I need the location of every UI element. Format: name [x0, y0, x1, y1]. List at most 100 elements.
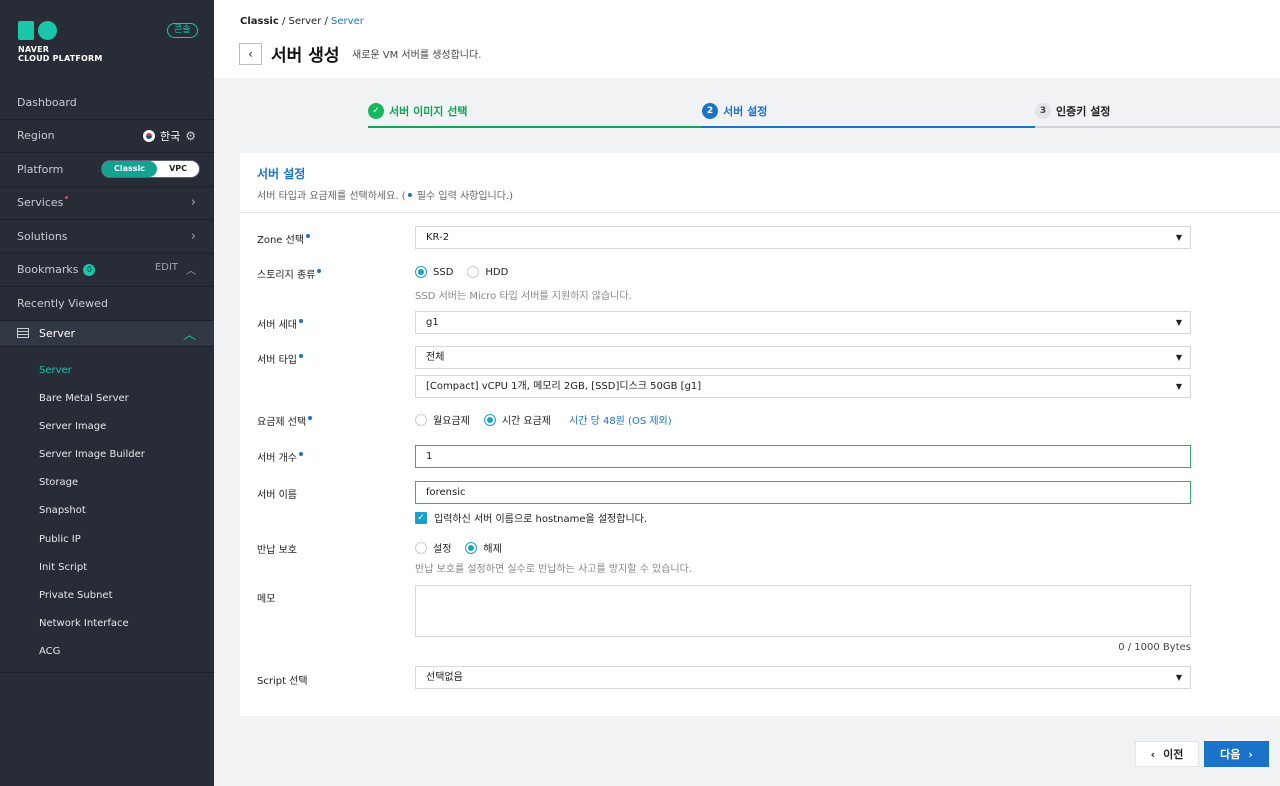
brand-logo-area: NAVER CLOUD PLATFORM 콘솔: [0, 0, 214, 86]
sidebar-item-services[interactable]: Services ›: [0, 187, 214, 220]
sidebar-item-snapshot[interactable]: Snapshot: [0, 497, 214, 525]
platform-label: Platform: [17, 162, 64, 176]
required-dot-icon: [306, 234, 311, 238]
storage-type-label: 스토리지 종류: [257, 266, 322, 281]
sidebar-item-private-subnet[interactable]: Private Subnet: [0, 582, 214, 610]
platform-toggle[interactable]: Classic VPC: [101, 160, 200, 179]
sidebar-item-init-script[interactable]: Init Script: [0, 554, 214, 582]
breadcrumb-item[interactable]: Server: [289, 16, 322, 27]
sidebar-item-server-image-builder[interactable]: Server Image Builder: [0, 441, 214, 469]
script-select[interactable]: 선택없음 ▼: [415, 666, 1191, 689]
page-subtitle: 새로운 VM 서버를 생성합니다.: [352, 50, 482, 61]
storage-ssd-radio[interactable]: SSD: [415, 266, 453, 278]
platform-vpc-option[interactable]: VPC: [157, 161, 199, 177]
sidebar-divider: [0, 672, 214, 673]
server-type-label: 서버 타입: [257, 351, 303, 366]
server-count-label: 서버 개수: [257, 449, 303, 464]
sidebar-item-acg[interactable]: ACG: [0, 638, 214, 666]
pricing-label: 요금제 선택: [257, 413, 313, 428]
required-dot-icon: [308, 416, 313, 420]
server-name-input[interactable]: forensic: [415, 481, 1191, 504]
korea-flag-icon: [142, 129, 155, 142]
caret-down-icon: ▼: [1175, 673, 1182, 682]
hostname-checkbox-row[interactable]: ✓ 입력하신 서버 이름으로 hostname을 설정합니다.: [415, 510, 647, 525]
region-value: 한국: [159, 129, 181, 143]
server-settings-panel: 서버 설정 서버 타입과 요금제를 선택하세요. ( 필수 입력 사항입니다.)…: [240, 153, 1280, 716]
step-auth-key[interactable]: 3 인증키 설정: [1035, 97, 1280, 128]
gear-icon[interactable]: ⚙: [185, 129, 196, 143]
back-button[interactable]: ‹: [239, 43, 262, 65]
chevron-up-icon[interactable]: ︿: [186, 262, 196, 277]
new-indicator-dot: [65, 196, 69, 200]
console-badge[interactable]: 콘솔: [167, 23, 198, 38]
zone-label: Zone 선택: [257, 231, 311, 246]
panel-description: 서버 타입과 요금제를 선택하세요. ( 필수 입력 사항입니다.): [257, 191, 514, 202]
storage-hdd-radio[interactable]: HDD: [467, 266, 508, 278]
check-icon: ✓: [368, 103, 384, 119]
sidebar: NAVER CLOUD PLATFORM 콘솔 Dashboard Region…: [0, 0, 214, 786]
return-protection-radios: 설정 해제: [415, 540, 502, 555]
server-submenu: Server Bare Metal Server Server Image Se…: [0, 347, 214, 667]
sidebar-group-server[interactable]: Server ︿: [0, 320, 214, 347]
return-protection-on-radio[interactable]: 설정: [415, 540, 451, 555]
return-protection-hint: 반납 보호를 설정하면 실수로 반납하는 사고를 방지할 수 있습니다.: [415, 564, 693, 575]
page-header: Classic / Server / Server ‹ 서버 생성 새로운 VM…: [214, 0, 1280, 78]
region-label: Region: [17, 129, 55, 143]
required-dot-icon: [298, 319, 303, 323]
step-number: 2: [702, 103, 718, 119]
script-label: Script 선택: [257, 676, 308, 687]
zone-select[interactable]: KR-2 ▼: [415, 226, 1191, 249]
bookmarks-edit-button[interactable]: EDIT: [155, 262, 178, 277]
server-icon: [17, 328, 29, 338]
required-dot-icon: [298, 354, 303, 358]
return-protection-label: 반납 보호: [257, 545, 297, 556]
sidebar-item-bare-metal-server[interactable]: Bare Metal Server: [0, 385, 214, 413]
sidebar-region[interactable]: Region 한국 ⚙: [0, 120, 214, 153]
caret-down-icon: ▼: [1175, 318, 1182, 327]
sidebar-item-server[interactable]: Server: [0, 357, 214, 385]
server-spec-select[interactable]: [Compact] vCPU 1개, 메모리 2GB, [SSD]디스크 50G…: [415, 375, 1191, 398]
server-type-select[interactable]: 전체 ▼: [415, 346, 1191, 369]
required-dot-icon: [407, 193, 412, 197]
chevron-up-icon: ︿: [182, 327, 196, 343]
panel-title: 서버 설정: [257, 167, 306, 181]
sidebar-item-solutions[interactable]: Solutions ›: [0, 220, 214, 254]
memo-textarea[interactable]: [415, 585, 1191, 637]
bookmarks-count-badge: 0: [83, 263, 96, 276]
sidebar-item-storage[interactable]: Storage: [0, 469, 214, 497]
sidebar-item-recently-viewed[interactable]: Recently Viewed: [0, 287, 214, 321]
prev-button[interactable]: ‹ 이전: [1135, 741, 1199, 767]
sidebar-item-bookmarks[interactable]: Bookmarks 0 EDIT ︿: [0, 254, 214, 287]
sidebar-platform: Platform Classic VPC: [0, 153, 214, 187]
panel-header: 서버 설정 서버 타입과 요금제를 선택하세요. ( 필수 입력 사항입니다.): [240, 153, 1280, 213]
platform-classic-option[interactable]: Classic: [102, 161, 158, 178]
pricing-monthly-radio[interactable]: 월요금제: [415, 412, 470, 427]
step-number: 3: [1035, 103, 1051, 119]
pricing-hourly-radio[interactable]: 시간 요금제: [483, 412, 551, 427]
server-generation-label: 서버 세대: [257, 316, 303, 331]
breadcrumb-item[interactable]: Classic: [240, 16, 279, 27]
wizard-steps: ✓ 서버 이미지 선택 2 서버 설정 3 인증키 설정: [368, 97, 1280, 128]
hourly-price-text: 시간 당 48원 (OS 제외): [569, 416, 672, 427]
server-generation-select[interactable]: g1 ▼: [415, 311, 1191, 334]
sidebar-item-dashboard[interactable]: Dashboard: [0, 86, 214, 120]
step-server-image[interactable]: ✓ 서버 이미지 선택: [368, 97, 702, 128]
breadcrumb-current[interactable]: Server: [331, 16, 364, 27]
step-server-settings[interactable]: 2 서버 설정: [702, 97, 1035, 128]
server-count-input[interactable]: 1: [415, 445, 1191, 468]
sidebar-item-server-image[interactable]: Server Image: [0, 413, 214, 441]
chevron-right-icon: ›: [1248, 747, 1253, 761]
pricing-radios: 월요금제 시간 요금제 시간 당 48원 (OS 제외): [415, 412, 672, 427]
storage-type-radios: SSD HDD: [415, 266, 508, 278]
sidebar-item-network-interface[interactable]: Network Interface: [0, 610, 214, 638]
hostname-checkbox[interactable]: ✓: [415, 511, 427, 524]
naver-cloud-logo-icon[interactable]: [18, 21, 57, 40]
next-button[interactable]: 다음 ›: [1204, 741, 1269, 767]
return-protection-off-radio[interactable]: 해제: [465, 540, 502, 555]
breadcrumb: Classic / Server / Server: [240, 16, 364, 27]
required-dot-icon: [317, 269, 322, 273]
chevron-right-icon: ›: [190, 228, 196, 244]
required-dot-icon: [298, 452, 303, 456]
sidebar-item-public-ip[interactable]: Public IP: [0, 526, 214, 554]
server-name-label: 서버 이름: [257, 490, 297, 501]
